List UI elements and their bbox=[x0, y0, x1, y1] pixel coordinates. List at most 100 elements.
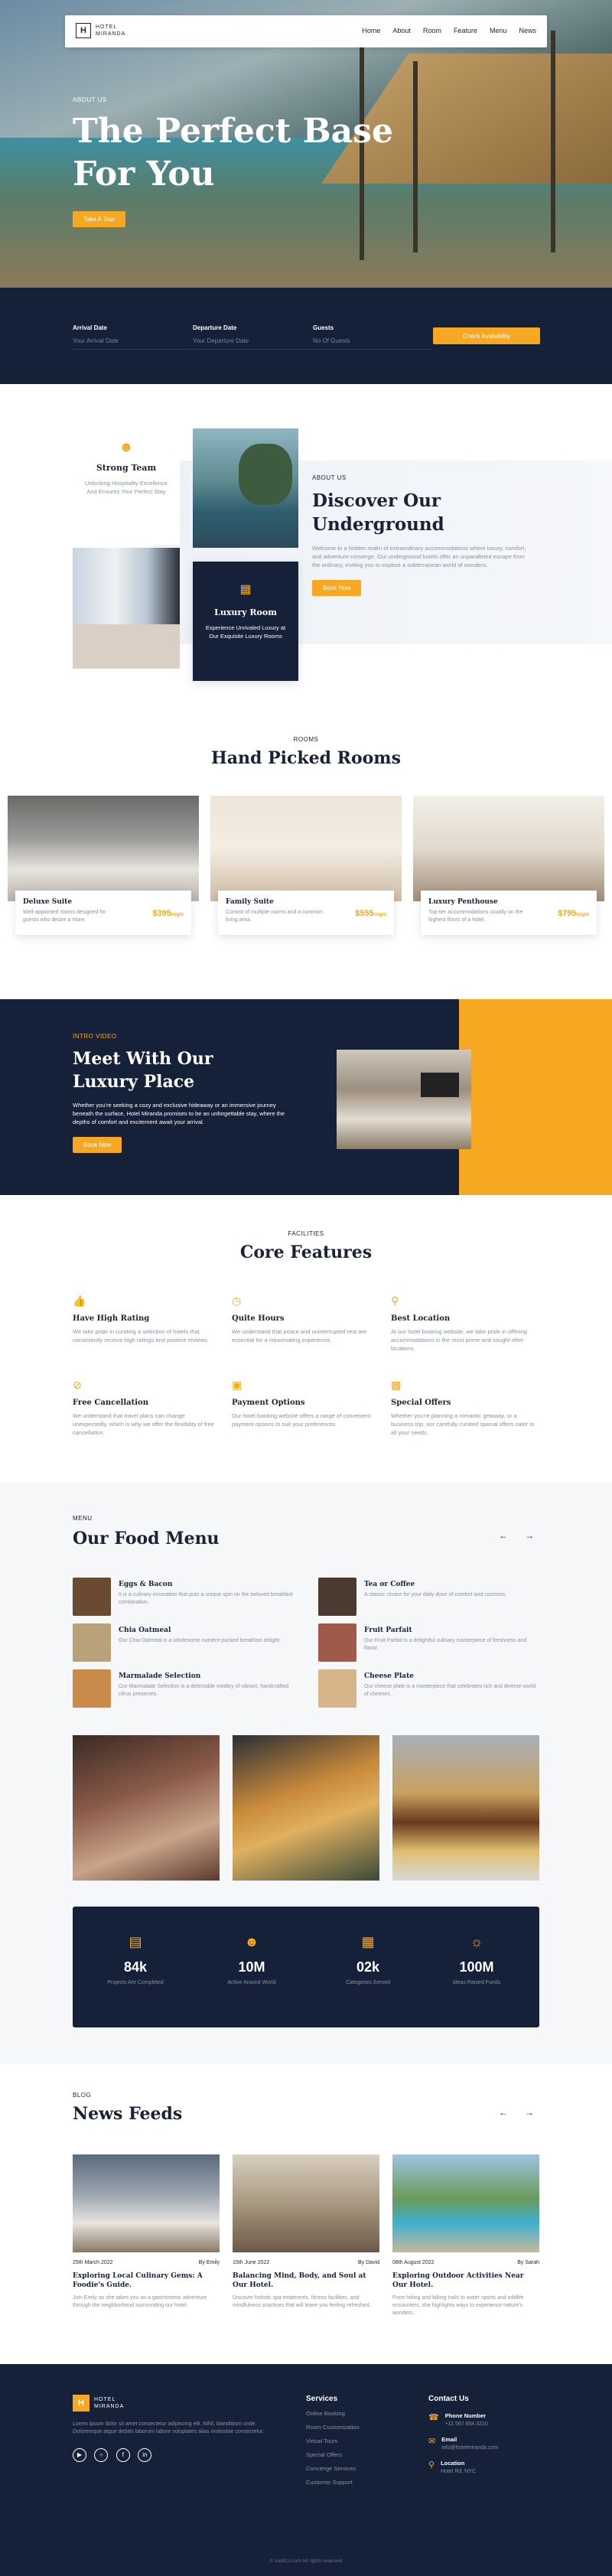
menu-title: Our Food Menu bbox=[73, 1529, 220, 1549]
menu-item[interactable]: Cheese Plate Our cheese plate is a maste… bbox=[318, 1669, 548, 1708]
features-section: FACILITIES Core Features 👍 Have High Rat… bbox=[0, 1195, 612, 1483]
location-label: Location bbox=[441, 2460, 465, 2467]
guests-field: Guests No Of Guests bbox=[313, 324, 431, 350]
news-author: By David bbox=[357, 2260, 379, 2265]
room-desc: Consist of multiple rooms and a common l… bbox=[226, 910, 323, 923]
news-desc: Join Emily as she takes you on a gastron… bbox=[73, 2295, 207, 2308]
footer: H HOTEL MIRANDA Lorem ipsum dolor sit am… bbox=[0, 2364, 612, 2576]
stat-label: Ideas Raised Funds bbox=[452, 1980, 501, 1985]
intro-desc: Whether you're seeking a cozy and exclus… bbox=[73, 1102, 285, 1125]
feature-title: Payment Options bbox=[232, 1399, 305, 1407]
nav-link-news[interactable]: News bbox=[519, 27, 536, 34]
brand-logo[interactable]: H HOTEL MIRANDA bbox=[76, 23, 125, 38]
stat-item: ▦ 02k Categories Served bbox=[314, 1934, 422, 1985]
menu-item[interactable]: Fruit Parfait Our Fruit Parfait is a del… bbox=[318, 1623, 548, 1662]
nav-link-menu[interactable]: Menu bbox=[490, 27, 507, 34]
room-photo bbox=[413, 796, 604, 901]
arrival-date-input[interactable]: Your Arrival Date bbox=[73, 337, 191, 350]
food-title: Chia Oatmeal bbox=[119, 1627, 171, 1634]
arrow-left-icon[interactable]: ← bbox=[499, 2107, 508, 2118]
footer-logo[interactable]: H HOTEL MIRANDA bbox=[73, 2395, 272, 2412]
nav-link-about[interactable]: About bbox=[392, 27, 411, 34]
room-photo bbox=[210, 796, 402, 901]
pool-photo bbox=[193, 428, 298, 548]
food-thumbnail bbox=[318, 1669, 356, 1708]
guests-input[interactable]: No Of Guests bbox=[313, 337, 431, 350]
food-thumbnail bbox=[73, 1623, 111, 1662]
menu-item[interactable]: Chia Oatmeal Our Chia Oatmeal is a whole… bbox=[73, 1623, 302, 1662]
check-availability-button[interactable]: Check Availability bbox=[433, 327, 540, 344]
lightbulb-icon: ☼ bbox=[470, 1934, 483, 1949]
news-author: By Emily bbox=[198, 2260, 220, 2265]
logo-mark: H bbox=[76, 23, 91, 38]
field-label: Departure Date bbox=[193, 324, 237, 331]
stat-value: 10M bbox=[238, 1959, 265, 1975]
room-info: Family Suite Consist of multiple rooms a… bbox=[218, 891, 394, 935]
news-headline[interactable]: Exploring Local Culinary Gems: A Foodie'… bbox=[73, 2272, 220, 2290]
nav-link-feature[interactable]: Feature bbox=[454, 27, 477, 34]
intro-eyebrow: INTRO VIDEO bbox=[73, 1033, 117, 1040]
room-photo bbox=[73, 548, 180, 669]
footer-services: Services Online Booking Room Customizati… bbox=[306, 2395, 360, 2486]
about-title: Discover Our Underground bbox=[312, 490, 444, 535]
news-photo bbox=[392, 2154, 539, 2252]
stat-value: 84k bbox=[123, 1959, 148, 1975]
luxury-room-card: ▦ Luxury Room Experience Unrivaled Luxur… bbox=[193, 562, 298, 681]
book-now-button[interactable]: Book Now bbox=[312, 580, 362, 596]
footer-link-room-customization[interactable]: Room Customization bbox=[306, 2424, 360, 2431]
news-headline[interactable]: Exploring Outdoor Activities Near Our Ho… bbox=[392, 2272, 539, 2290]
news-author: By Sarah bbox=[517, 2260, 539, 2265]
news-card[interactable]: 08th August 2022 By Sarah Exploring Outdo… bbox=[392, 2154, 539, 2317]
brand-line-1: HOTEL bbox=[94, 2397, 116, 2402]
room-card[interactable]: Deluxe Suite Well-appointed rooms design… bbox=[8, 796, 199, 943]
room-name: Deluxe Suite bbox=[23, 898, 73, 906]
field-label: Guests bbox=[313, 324, 334, 331]
menu-item[interactable]: Tea or Coffee A classic choice for your … bbox=[318, 1578, 548, 1616]
food-desc: Our Chia Oatmeal is a wholesome nutrient… bbox=[119, 1638, 282, 1643]
facebook-icon[interactable]: f bbox=[116, 2447, 130, 2462]
room-name: Luxury Penthouse bbox=[428, 898, 498, 906]
menu-item[interactable]: Marmalade Selection Our Marmalade Select… bbox=[73, 1669, 302, 1708]
phone-number[interactable]: +11 567 654 3210 bbox=[445, 2421, 488, 2427]
room-card[interactable]: Family Suite Consist of multiple rooms a… bbox=[210, 796, 402, 943]
stat-label: Projects Are Completed bbox=[107, 1980, 164, 1985]
feature-title: Quite Hours bbox=[232, 1314, 285, 1323]
footer-link-virtual-tours[interactable]: Virtual Tours bbox=[306, 2438, 360, 2444]
features-title: Core Features bbox=[239, 1242, 373, 1262]
book-now-button[interactable]: Book Now bbox=[73, 1137, 122, 1153]
email-address[interactable]: info@hotelmiranda.com bbox=[441, 2445, 498, 2451]
take-tour-button[interactable]: Take A Tour bbox=[73, 211, 126, 227]
room-card[interactable]: Luxury Penthouse Top-tier accommodations… bbox=[413, 796, 604, 943]
arrow-right-icon[interactable]: → bbox=[525, 1530, 534, 1541]
footer-link-support[interactable]: Customer Support bbox=[306, 2479, 360, 2486]
palm-tree bbox=[413, 61, 418, 252]
departure-date-input[interactable]: Your Departure Date bbox=[193, 337, 311, 350]
footer-link-concierge[interactable]: Concierge Services bbox=[306, 2465, 360, 2472]
team-card: ☻ Strong Team Unlocking Hospitality Exce… bbox=[73, 425, 180, 545]
video-thumbnail[interactable] bbox=[337, 1050, 471, 1149]
footer-link-online-booking[interactable]: Online Booking bbox=[306, 2410, 360, 2417]
arrow-right-icon[interactable]: → bbox=[525, 2107, 534, 2118]
footer-link-special-offers[interactable]: Special Offers bbox=[306, 2451, 360, 2458]
feature-desc: Whether you're planning a romantic getaw… bbox=[391, 1412, 535, 1436]
phone-label: Phone Number bbox=[444, 2412, 487, 2419]
about-text: ABOUT US Discover Our Underground Welcom… bbox=[312, 474, 542, 596]
intro-video-section: INTRO VIDEO Meet With Our Luxury Place W… bbox=[0, 999, 612, 1195]
booking-bar: Arrival Date Your Arrival Date Departure… bbox=[0, 288, 612, 384]
nav-link-home[interactable]: Home bbox=[362, 27, 380, 34]
room-info: Deluxe Suite Well-appointed rooms design… bbox=[15, 891, 191, 935]
food-photo-3 bbox=[392, 1735, 539, 1881]
arrow-left-icon[interactable]: ← bbox=[499, 1530, 508, 1541]
room-desc: Top-tier accommodations usually on the h… bbox=[428, 910, 523, 923]
linkedin-icon[interactable]: in bbox=[138, 2447, 152, 2462]
room-info: Luxury Penthouse Top-tier accommodations… bbox=[421, 891, 597, 935]
instagram-icon[interactable]: ○ bbox=[94, 2447, 109, 2462]
nav-link-room[interactable]: Room bbox=[423, 27, 441, 34]
youtube-icon[interactable]: ▶ bbox=[73, 2447, 86, 2462]
news-card[interactable]: 25th March 2022 By Emily Exploring Local … bbox=[73, 2154, 220, 2310]
news-card[interactable]: 15th June 2022 By David Balancing Mind, B… bbox=[233, 2154, 379, 2310]
user-icon: ☻ bbox=[119, 439, 134, 454]
news-eyebrow: BLOG bbox=[73, 2092, 92, 2099]
menu-item[interactable]: Eggs & Bacon It is a culinary innovation… bbox=[73, 1578, 302, 1616]
news-headline[interactable]: Balancing Mind, Body, and Soul at Our Ho… bbox=[233, 2272, 379, 2290]
